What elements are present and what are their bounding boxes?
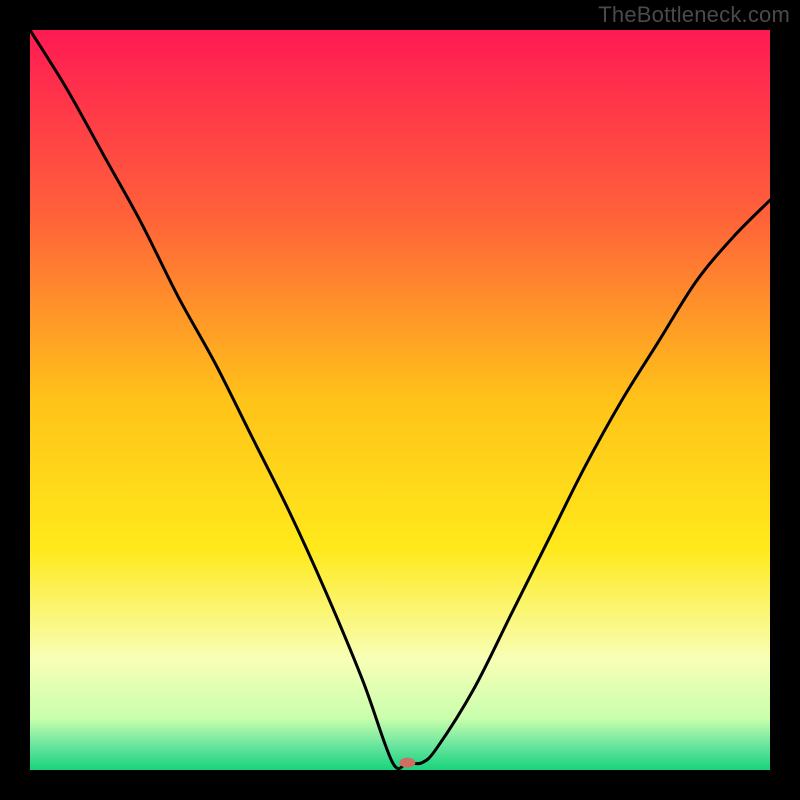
gradient-background	[30, 30, 770, 770]
watermark-text: TheBottleneck.com	[598, 2, 790, 28]
chart-plot-area	[30, 30, 770, 770]
chart-svg	[30, 30, 770, 770]
optimal-point-marker	[399, 758, 415, 768]
chart-frame: TheBottleneck.com	[0, 0, 800, 800]
